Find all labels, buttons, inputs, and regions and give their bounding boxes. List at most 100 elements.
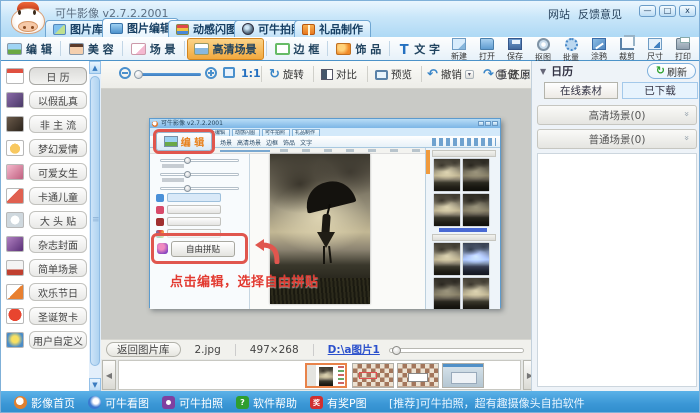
status-prize-link[interactable]: 奖有奖P图	[310, 395, 367, 411]
image-canvas[interactable]: 可牛影像 v2.7.2.2001 图片库 图片编辑 动感闪图 可牛拍照 礼品制作…	[101, 89, 531, 339]
back-to-library-button[interactable]: 返回图片库	[106, 342, 181, 357]
compare-button[interactable]: 对比	[321, 67, 357, 82]
restore-button[interactable]: ○还原	[495, 67, 530, 82]
filmstrip-thumb-selected[interactable]	[305, 363, 347, 388]
sidebar-item-dream-love[interactable]: 梦幻爱情	[1, 137, 89, 159]
cutout-button[interactable]: 抠图	[529, 38, 557, 63]
file-path-link[interactable]: D:\a图片1	[328, 342, 380, 357]
rotate-button[interactable]: ↻旋转	[269, 67, 304, 82]
sidebar-item-non-mainstream[interactable]: 非 主 流	[1, 113, 89, 135]
sidebar-item-cute-girl[interactable]: 可爱女生	[1, 161, 89, 183]
redo-icon: ↷	[483, 69, 494, 81]
border-frame-icon	[275, 43, 290, 55]
status-camera-link[interactable]: 可牛拍照	[162, 395, 223, 411]
mini-free-collage-button: 自由拼贴	[171, 241, 235, 257]
section-normal-scenes[interactable]: 普通场景(0)»	[537, 129, 697, 149]
text-tool-icon	[398, 43, 410, 55]
print-button[interactable]: 打印	[669, 38, 697, 63]
tool-edit[interactable]: 编 辑	[1, 39, 58, 59]
filmstrip-left-icon[interactable]: ◀	[102, 360, 116, 390]
tool-scene[interactable]: 场 景	[125, 39, 182, 59]
tool-hd-scene[interactable]: 高清场景	[187, 38, 264, 60]
crop-icon	[620, 38, 634, 50]
panel-collapse-icon[interactable]: ▼	[540, 67, 546, 76]
sidebar-item-christmas-card[interactable]: 圣诞贺卡	[1, 305, 89, 327]
promo-text[interactable]: [推荐]可牛拍照，超有趣摄像头自拍软件	[389, 395, 585, 411]
filmstrip-thumb[interactable]	[442, 363, 484, 388]
mini-window-controls	[478, 121, 498, 126]
material-panel: ▼ 日历 ↻ 刷新 在线素材 已下载 高清场景(0)» 普通场景(0)»	[531, 61, 700, 391]
new-file-icon	[452, 38, 466, 50]
maximize-button[interactable]: □	[659, 5, 676, 17]
tab-gift-making[interactable]: 礼品制作	[294, 20, 371, 37]
expand-chevrons-icon: »	[681, 111, 691, 117]
sidebar-item-photo-sticker[interactable]: 大 头 贴	[1, 209, 89, 231]
tool-border[interactable]: 边 框	[269, 39, 326, 59]
sidebar-scrollbar[interactable]: ▲ ▼	[89, 61, 101, 391]
scroll-down-icon[interactable]: ▼	[89, 378, 101, 391]
help-icon: ?	[236, 396, 249, 409]
cutout-icon	[537, 38, 550, 51]
scroll-up-icon[interactable]: ▲	[89, 61, 101, 74]
zoom-out-button[interactable]	[119, 67, 131, 79]
status-viewer-link[interactable]: 可牛看图	[88, 395, 149, 411]
status-home-link[interactable]: 影像首页	[14, 395, 75, 411]
zoom-slider[interactable]	[135, 73, 201, 76]
cute-girl-thumb-icon	[6, 164, 24, 180]
scrollbar-thumb[interactable]	[90, 76, 100, 366]
sidebar-item-user-custom[interactable]: 用户自定义	[1, 329, 89, 351]
beauty-face-icon	[69, 43, 84, 55]
open-button[interactable]: 打开	[473, 38, 501, 63]
batch-button[interactable]: 批量	[557, 38, 585, 63]
dream-love-thumb-icon	[6, 140, 24, 156]
thumbnail-slider-knob[interactable]	[392, 346, 401, 355]
material-list-empty	[537, 153, 697, 387]
tool-beauty[interactable]: 美 容	[63, 39, 120, 59]
tool-decoration[interactable]: 饰 品	[330, 39, 387, 59]
library-icon	[53, 24, 66, 35]
fit-screen-button[interactable]	[223, 67, 235, 78]
annotation-arrow-icon	[254, 238, 280, 264]
filmstrip-thumb[interactable]	[352, 363, 394, 388]
collage-flower-icon	[157, 243, 168, 254]
zoom-out-icon	[119, 67, 131, 79]
close-button[interactable]: x	[679, 5, 696, 17]
sidebar-item-calendar[interactable]: 日 历	[1, 65, 89, 87]
resize-button[interactable]: 尺寸	[641, 38, 669, 63]
website-link[interactable]: 网站	[548, 6, 570, 22]
sidebar-item-cartoon-kids[interactable]: 卡通儿童	[1, 185, 89, 207]
refresh-button[interactable]: ↻ 刷新	[647, 63, 696, 79]
new-button[interactable]: 新建	[445, 38, 473, 63]
sidebar-item-realistic[interactable]: 以假乱真	[1, 89, 89, 111]
tab-downloaded[interactable]: 已下载	[622, 82, 698, 99]
zoom-slider-knob[interactable]	[134, 70, 143, 79]
crop-button[interactable]: 裁剪	[613, 38, 641, 63]
webcam-icon	[242, 23, 254, 35]
section-hd-scenes[interactable]: 高清场景(0)»	[537, 105, 697, 125]
sidebar-item-simple-scene[interactable]: 简单场景	[1, 257, 89, 279]
fit-screen-icon	[223, 67, 235, 78]
undo-button[interactable]: ↶撤销▾	[427, 67, 474, 82]
thumbnail-size-slider[interactable]	[389, 348, 524, 353]
tab-online-material[interactable]: 在线素材	[544, 82, 618, 99]
tool-text[interactable]: 文 字	[392, 39, 446, 59]
minimize-button[interactable]: —	[639, 5, 656, 17]
zoom-in-button[interactable]	[205, 67, 217, 79]
zoom-ratio-button[interactable]: 1:1	[241, 67, 261, 80]
preview-button[interactable]: 预览	[375, 67, 412, 82]
sidebar-item-magazine-cover[interactable]: 杂志封面	[1, 233, 89, 255]
status-help-link[interactable]: ?软件帮助	[236, 395, 297, 411]
expand-chevrons-icon: »	[681, 135, 691, 141]
filmstrip-thumb[interactable]	[397, 363, 439, 388]
mini-edit-button: 编 辑	[156, 132, 212, 151]
printer-icon	[676, 38, 690, 50]
prize-icon: 奖	[310, 396, 323, 409]
doodle-button[interactable]: 涂鸦	[585, 38, 613, 63]
sidebar-item-festival[interactable]: 欢乐节日	[1, 281, 89, 303]
feedback-link[interactable]: 反馈意见	[578, 6, 622, 22]
status-bar: 影像首页 可牛看图 可牛拍照 ?软件帮助 奖有奖P图 [推荐]可牛拍照，超有趣摄…	[1, 391, 700, 413]
save-button[interactable]: 保存	[501, 38, 529, 63]
open-folder-icon	[480, 38, 494, 50]
undo-dropdown-icon[interactable]: ▾	[465, 70, 474, 79]
filmstrip: ◀ ▶	[101, 359, 531, 391]
